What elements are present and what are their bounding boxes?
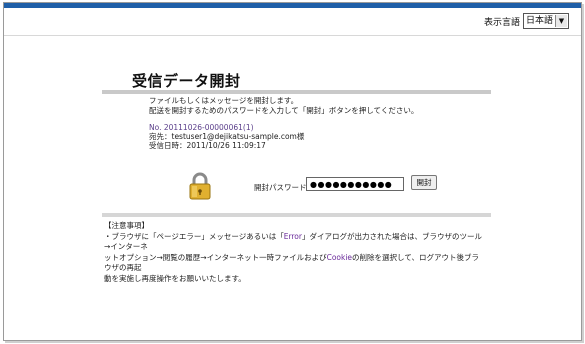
notes-divider — [102, 213, 491, 217]
language-label: 表示言語 — [483, 17, 520, 28]
notes-text: ットオプション→閲覧の履歴→インターネット一時ファイルおよび — [104, 252, 327, 262]
notes-line-3: 動を実施し再度操作をお願いいたします。 — [104, 273, 246, 283]
chevron-down-icon[interactable]: ▼ — [555, 15, 567, 27]
notes-section: 【注意事項】 ・ブラウザに「ページエラー」メッセージあるいは「Error」ダイア… — [104, 221, 486, 284]
password-field[interactable]: ●●●●●●●●●●● — [306, 177, 404, 191]
top-accent-bar — [4, 3, 581, 8]
notes-line-2: ットオプション→閲覧の履歴→インターネット一時ファイルおよびCookieの削除を… — [104, 253, 486, 274]
received-label: 受信日時 — [149, 141, 179, 150]
recipient-row: 宛先：testuser1@dejikatsu-sample.com様 — [149, 132, 305, 141]
received-row: 受信日時：2011/10/26 11:09:17 — [149, 141, 266, 150]
instruction-line-1: ファイルもしくはメッセージを開封します。 — [149, 96, 299, 105]
page-title: 受信データ開封 — [132, 72, 241, 90]
notes-title: 【注意事項】 — [104, 221, 149, 230]
delivery-number: No. 20111026-00000061(1) — [149, 123, 254, 132]
title-divider — [102, 90, 491, 94]
notes-text: ・ブラウザに「ページエラー」メッセージあるいは「 — [104, 231, 284, 241]
header-divider — [4, 35, 581, 36]
notes-highlight: Error — [283, 231, 302, 241]
language-dropdown[interactable]: 日本語 ▼ — [522, 13, 569, 29]
recipient-value: testuser1@dejikatsu-sample.com様 — [171, 132, 305, 141]
notes-highlight: Cookie — [326, 252, 353, 262]
open-button[interactable]: 開封 — [411, 175, 437, 190]
delivery-info: No. 20111026-00000061(1) 宛先：testuser1@de… — [149, 123, 304, 150]
password-label: 開封パスワード — [254, 183, 307, 192]
notes-line-1: ・ブラウザに「ページエラー」メッセージあるいは「Error」ダイアログが出力され… — [104, 232, 486, 253]
padlock-icon — [189, 172, 211, 200]
instructions: ファイルもしくはメッセージを開封します。 配送を開封するためのパスワードを入力し… — [149, 96, 418, 116]
language-selector: 表示言語 日本語 ▼ — [484, 13, 569, 29]
received-value: 2011/10/26 11:09:17 — [186, 141, 266, 150]
browser-page: 表示言語 日本語 ▼ 受信データ開封 ファイルもしくはメッセージを開封します。 … — [3, 2, 582, 341]
language-value: 日本語 — [525, 16, 553, 26]
recipient-label: 宛先 — [149, 132, 164, 141]
instruction-line-2: 配送を開封するためのパスワードを入力して「開封」ボタンを押してください。 — [149, 106, 419, 115]
